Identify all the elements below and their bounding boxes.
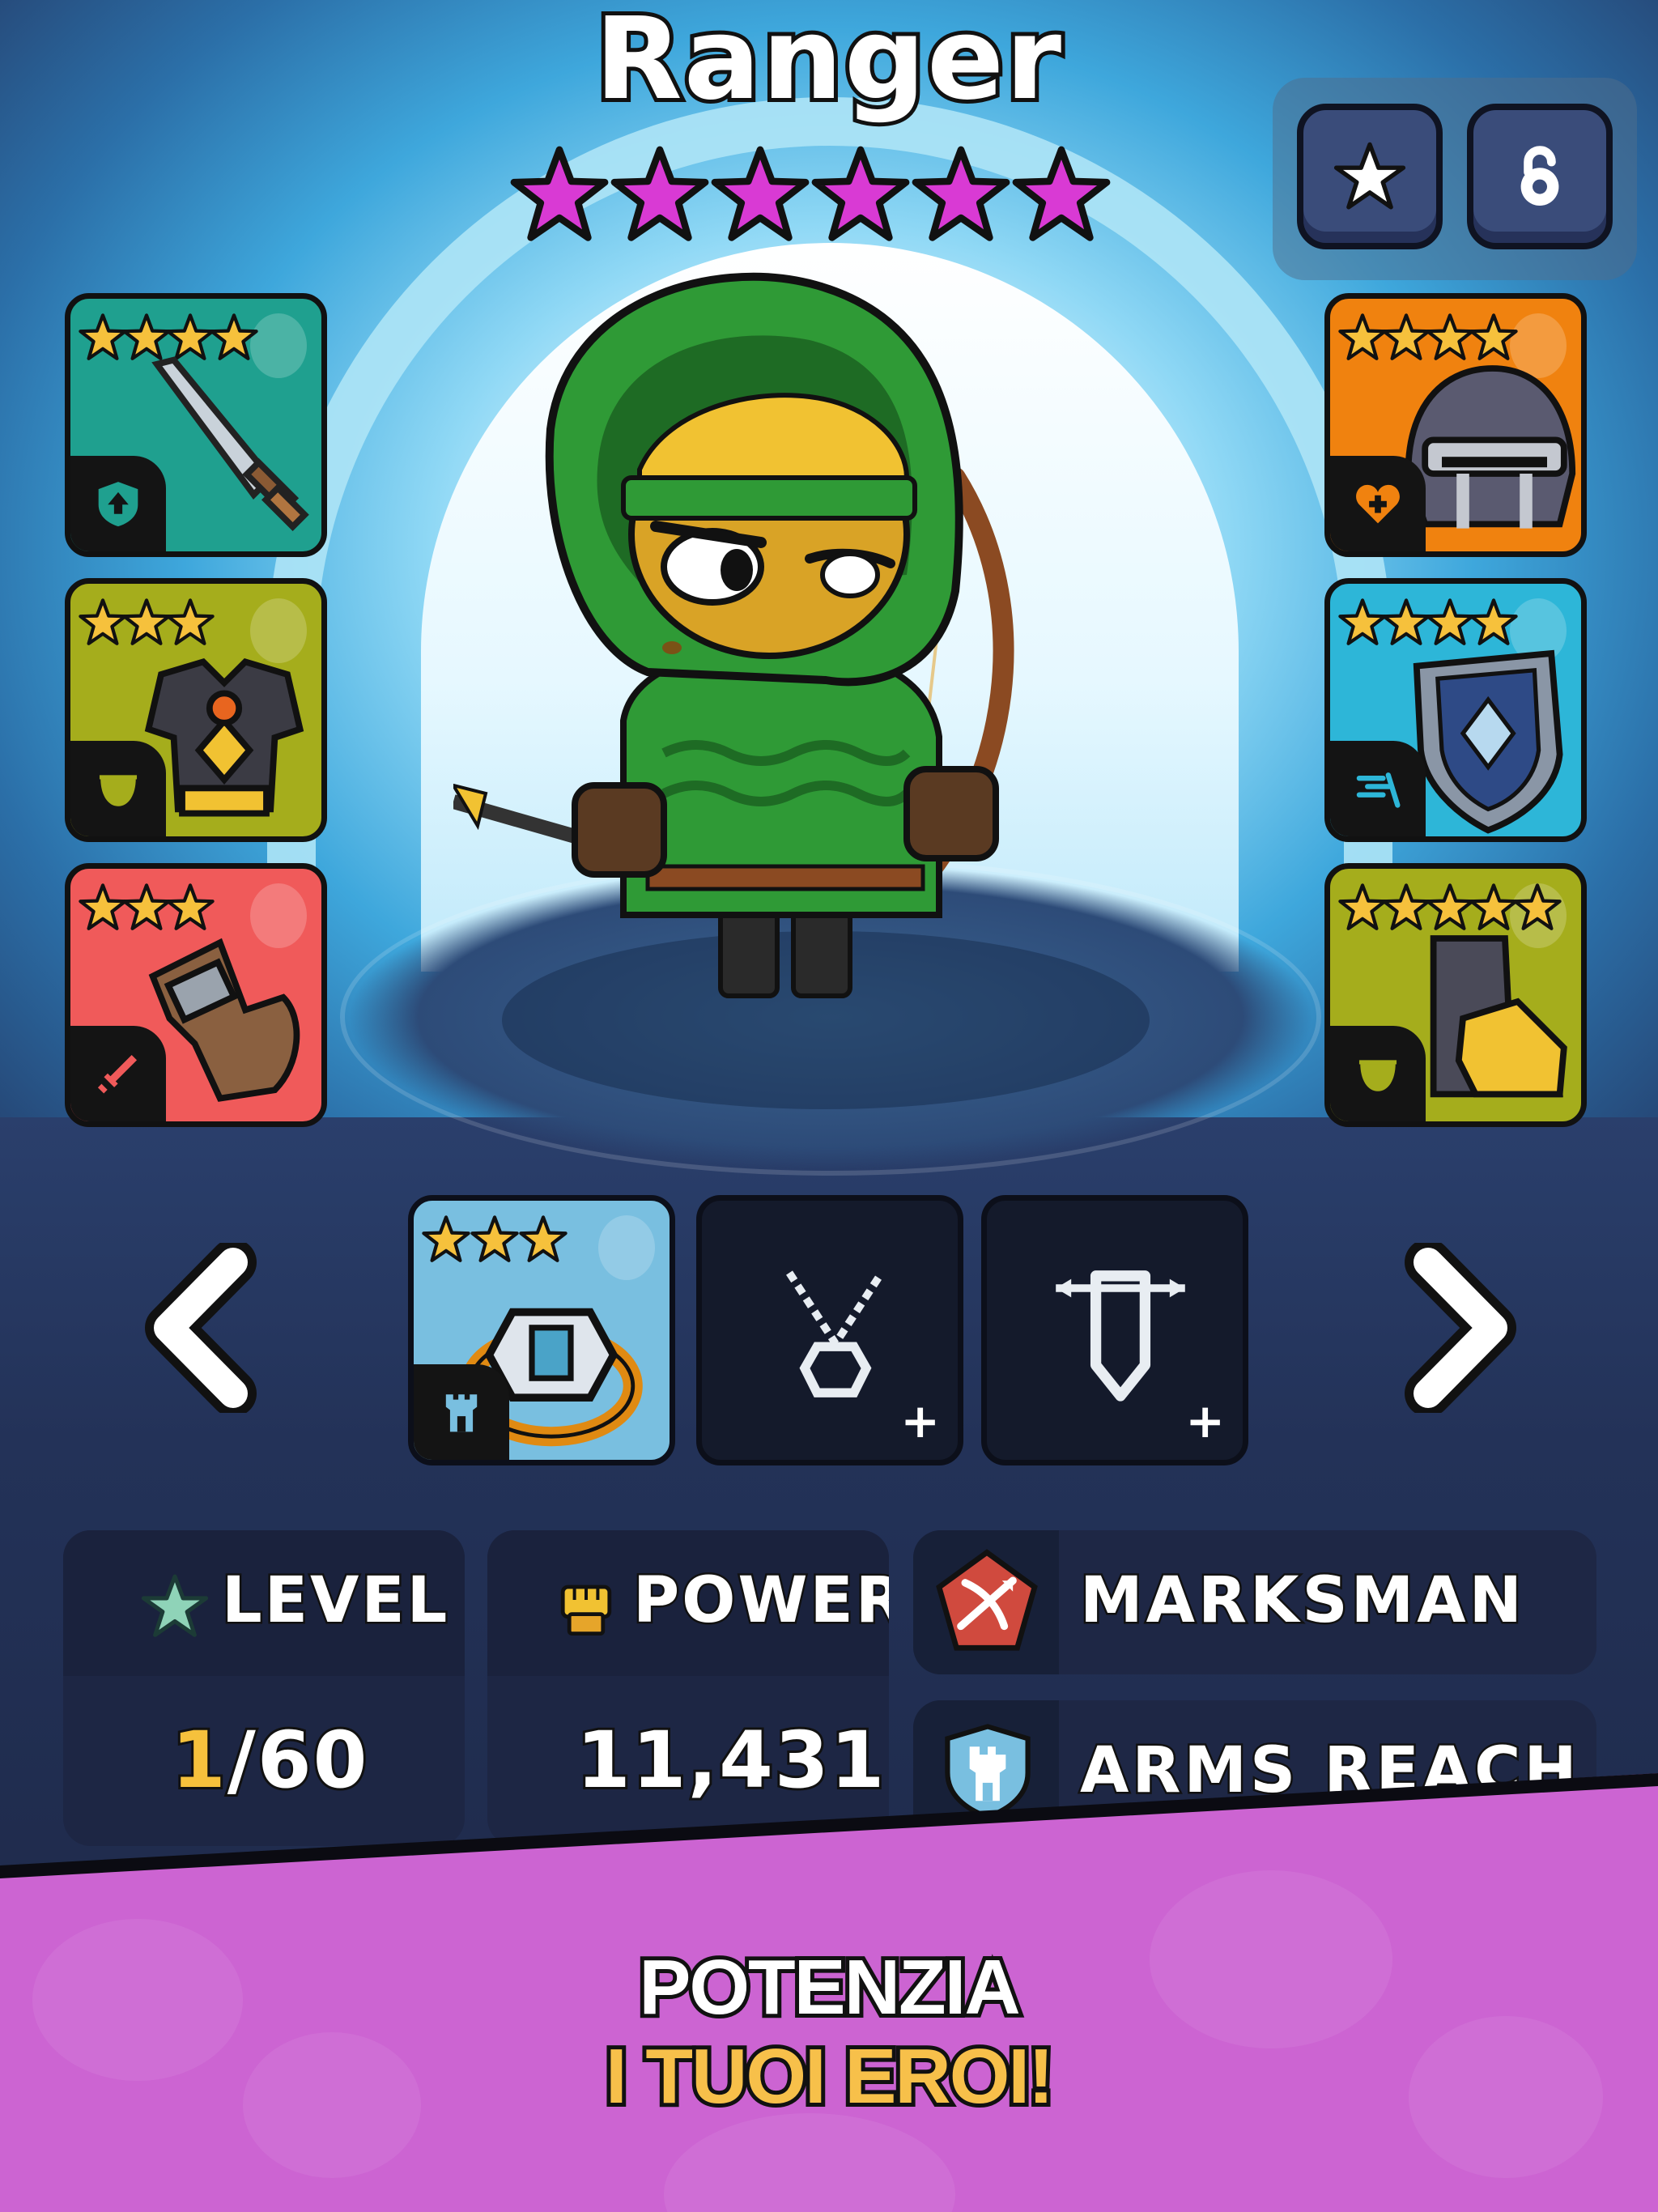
level-star-icon bbox=[141, 1574, 209, 1637]
hero-star-icon bbox=[510, 146, 609, 241]
equipment-slot-weapon[interactable] bbox=[65, 293, 327, 557]
heart-plus-icon bbox=[1356, 484, 1400, 524]
hero-star-rating bbox=[510, 146, 1111, 245]
add-icon: + bbox=[1185, 1393, 1225, 1448]
level-panel: LEVEL 1/60 bbox=[63, 1530, 465, 1846]
previous-hero-button[interactable] bbox=[136, 1239, 266, 1417]
accessory-slot-amulet[interactable]: + bbox=[696, 1195, 963, 1465]
equipment-slot-armor[interactable] bbox=[65, 578, 327, 842]
accessory-slot-ring[interactable] bbox=[408, 1195, 675, 1465]
hero-star-icon bbox=[610, 146, 709, 241]
hero-star-icon bbox=[811, 146, 910, 241]
star-icon bbox=[1333, 142, 1406, 210]
trait-label: MARKSMAN bbox=[1078, 1563, 1525, 1640]
hero-character bbox=[453, 272, 1014, 998]
equipment-slot-helmet[interactable] bbox=[1324, 293, 1587, 557]
level-max: /60 bbox=[225, 1712, 370, 1808]
shield-up-icon bbox=[98, 482, 138, 527]
cup-icon bbox=[1358, 1060, 1397, 1091]
banner-icon bbox=[1056, 1270, 1185, 1402]
stat-badge bbox=[414, 1364, 509, 1460]
cup-icon bbox=[99, 775, 138, 806]
unlock-button[interactable] bbox=[1467, 104, 1613, 249]
hero-screen: Ranger + + LEVEL 1/60 POWER 11,431 MARKS… bbox=[0, 0, 1658, 2212]
next-hero-button[interactable] bbox=[1396, 1239, 1525, 1417]
promo-line-2: I TUOI EROI! bbox=[602, 2029, 1058, 2124]
power-panel: POWER 11,431 bbox=[487, 1530, 889, 1846]
item-star-icon bbox=[519, 1215, 568, 1262]
dodge-icon bbox=[1356, 772, 1401, 808]
unlock-icon bbox=[1520, 146, 1559, 206]
power-value: 11,431 bbox=[574, 1712, 886, 1808]
item-star-icon bbox=[422, 1215, 470, 1262]
equipment-slot-shield[interactable] bbox=[1324, 578, 1587, 842]
stat-badge bbox=[70, 741, 166, 836]
stat-badge bbox=[1330, 741, 1426, 836]
hero-star-icon bbox=[711, 146, 810, 241]
hero-star-icon bbox=[912, 146, 1010, 241]
level-label: LEVEL bbox=[219, 1563, 450, 1640]
trait-marksman[interactable]: MARKSMAN bbox=[913, 1530, 1596, 1674]
item-stars bbox=[422, 1215, 568, 1264]
tower-icon bbox=[445, 1394, 478, 1432]
level-current: 1 bbox=[169, 1712, 228, 1808]
power-label: POWER bbox=[631, 1563, 889, 1640]
banner-pattern bbox=[664, 2113, 955, 2212]
stat-badge bbox=[1330, 1026, 1426, 1121]
hero-star-icon bbox=[1012, 146, 1111, 241]
level-value: 1/60 bbox=[169, 1712, 370, 1808]
fist-icon bbox=[560, 1585, 612, 1636]
accessory-slot-banner[interactable]: + bbox=[981, 1195, 1248, 1465]
promo-line-1: POTENZIA bbox=[635, 1940, 1024, 2035]
equipment-slot-gloves[interactable] bbox=[65, 863, 327, 1127]
chevron-right-icon bbox=[1405, 1239, 1516, 1417]
equipment-slot-boots[interactable] bbox=[1324, 863, 1587, 1127]
sword-small-icon bbox=[97, 1054, 138, 1094]
bow-crossed-icon bbox=[936, 1549, 1038, 1651]
stat-badge bbox=[70, 1026, 166, 1121]
trait-icon-cell bbox=[913, 1530, 1059, 1674]
favorite-button[interactable] bbox=[1297, 104, 1443, 249]
amulet-icon bbox=[786, 1270, 885, 1397]
chevron-left-icon bbox=[145, 1239, 257, 1417]
stat-badge bbox=[70, 456, 166, 551]
add-icon: + bbox=[900, 1393, 940, 1448]
item-star-icon bbox=[470, 1215, 519, 1262]
stat-badge bbox=[1330, 456, 1426, 551]
